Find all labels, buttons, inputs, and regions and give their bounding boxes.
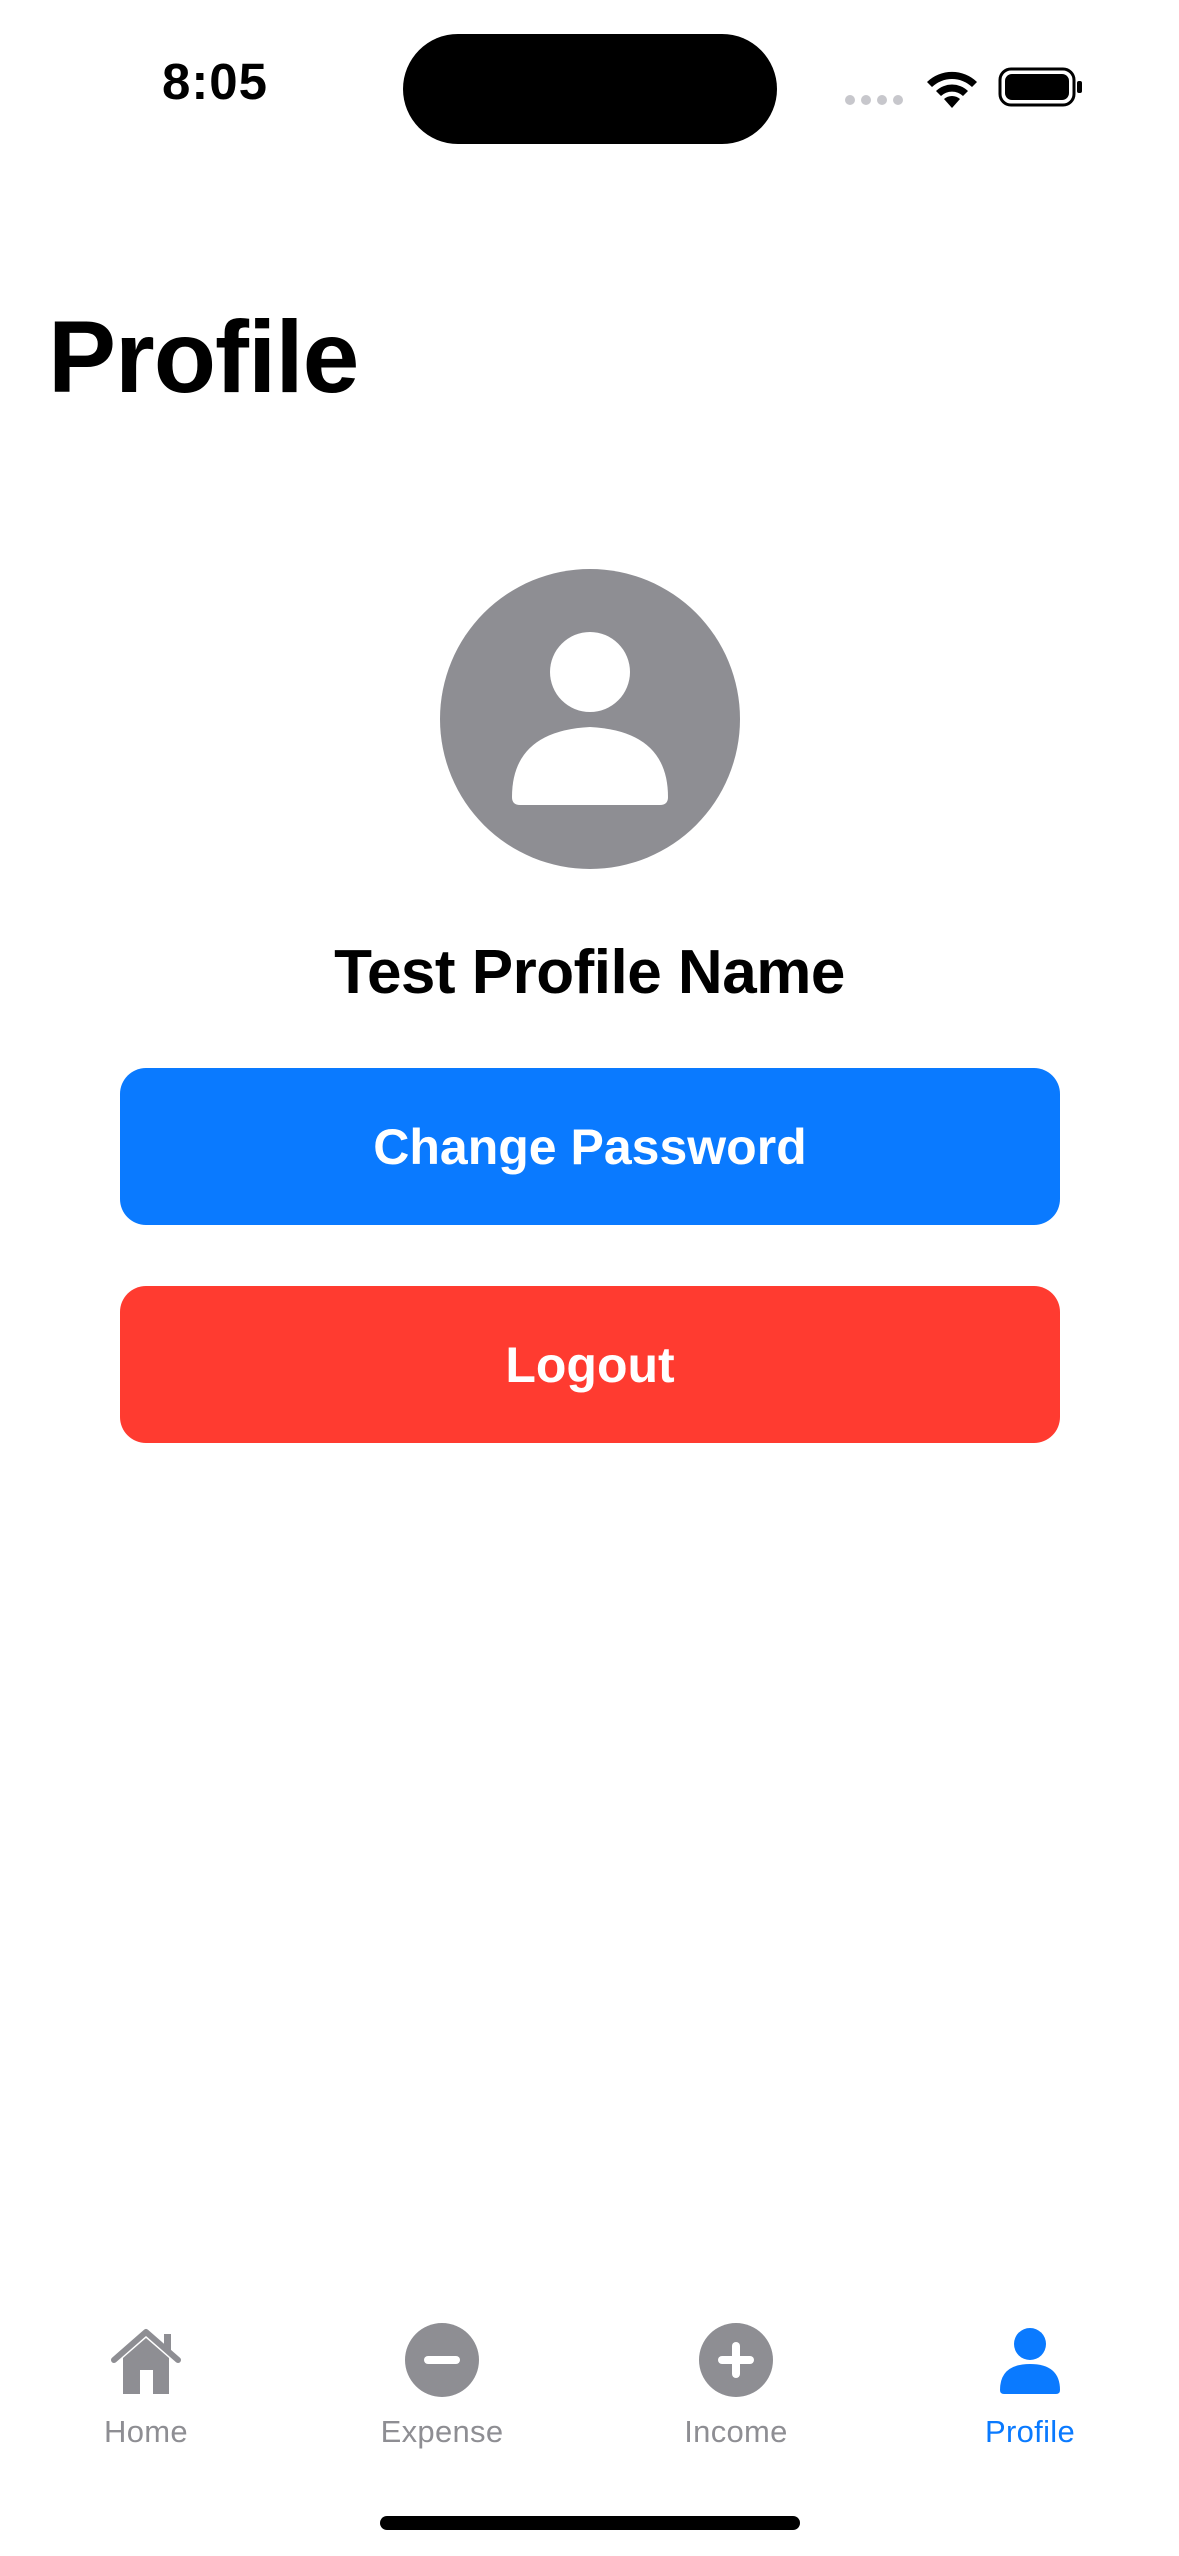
tab-expense-label: Expense — [380, 2414, 504, 2449]
page-title: Profile — [48, 300, 359, 414]
dynamic-island — [403, 34, 777, 144]
person-circle-icon — [440, 569, 740, 869]
tab-home-label: Home — [104, 2414, 188, 2449]
status-bar-time: 8:05 — [161, 53, 269, 110]
change-password-button[interactable]: Change Password — [120, 1068, 1060, 1225]
tab-home[interactable]: Home — [36, 2320, 256, 2470]
tab-profile-label: Profile — [985, 2414, 1075, 2449]
house-icon — [111, 2329, 181, 2394]
cellular-signal-icon — [845, 95, 903, 105]
tab-bar: Home Expense Income Profile — [0, 2300, 1179, 2480]
tab-income-label: Income — [684, 2414, 788, 2449]
tab-expense[interactable]: Expense — [332, 2320, 552, 2470]
minus-circle-icon — [405, 2323, 479, 2397]
profile-name: Test Profile Name — [334, 938, 845, 1007]
tab-income[interactable]: Income — [626, 2320, 846, 2470]
wifi-icon — [927, 71, 977, 108]
logout-label: Logout — [505, 1336, 675, 1393]
plus-circle-icon — [699, 2323, 773, 2397]
tab-profile[interactable]: Profile — [920, 2320, 1140, 2470]
person-icon — [1000, 2328, 1060, 2394]
change-password-label: Change Password — [373, 1118, 807, 1175]
home-indicator[interactable] — [380, 2516, 800, 2530]
battery-icon — [998, 67, 1082, 107]
logout-button[interactable]: Logout — [120, 1286, 1060, 1443]
